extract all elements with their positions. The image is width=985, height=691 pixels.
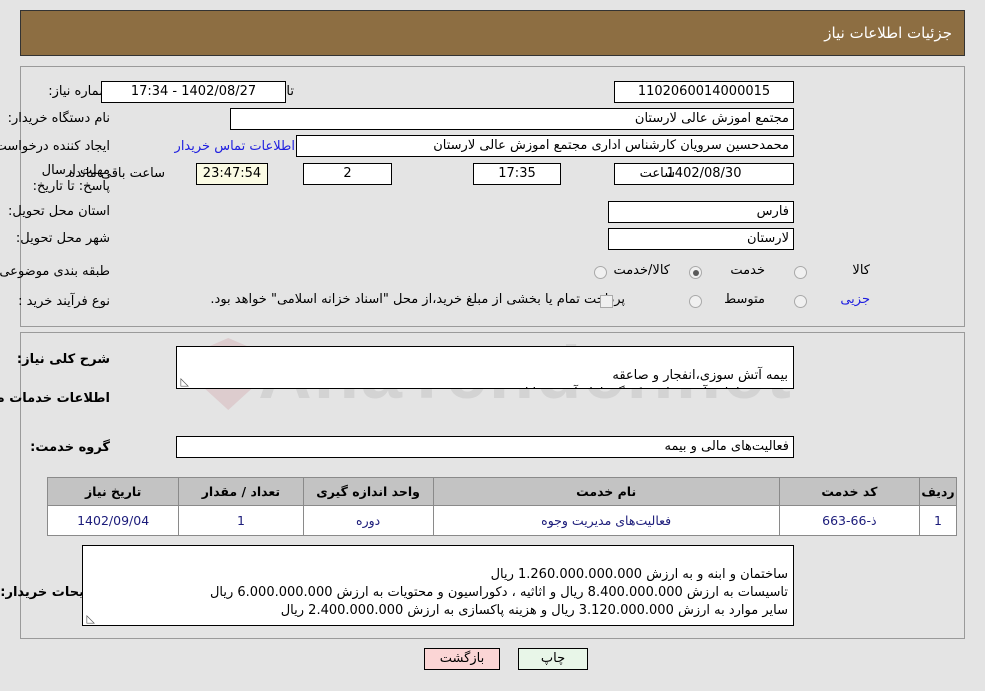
buyer-contact-link[interactable]: اطلاعات تماس خریدار [175,139,295,154]
province-value: فارس [608,201,794,223]
treasury-bond-note: پرداخت تمام یا بخشی از مبلغ خرید،از محل … [210,292,625,307]
radio-process-motevaset[interactable] [689,295,702,308]
services-section-title: اطلاعات خدمات مورد نیاز [0,391,110,406]
city-label: شهر محل تحویل: [15,231,110,246]
table-row: 1 ذ-66-663 فعالیت‌های مدیریت وجوه دوره 1… [46,505,957,536]
remaining-label: ساعت باقی مانده [68,166,165,181]
th-qty: تعداد / مقدار [178,477,304,506]
services-table: ردیف کد خدمت نام خدمت واحد اندازه گیری ت… [46,477,957,536]
remaining-days-value: 2 [303,163,392,185]
service-group-value: فعالیت‌های مالی و بیمه [176,436,794,458]
cell-unit: دوره [302,505,434,536]
radio-process-jozi[interactable] [794,295,807,308]
radio-category-khedmat[interactable] [689,266,702,279]
countdown-value: 23:47:54 [196,163,268,185]
page-header-bar: جزئیات اطلاعات نیاز [20,10,965,56]
buyer-org-label: نام دستگاه خریدار: [7,111,110,126]
radio-category-khedmat-label: خدمت [730,263,765,278]
radio-category-kala[interactable] [794,266,807,279]
th-name: نام خدمت [432,477,780,506]
hour-label: ساعت [639,166,675,181]
province-label: استان محل تحویل: [8,204,110,219]
service-group-label: گروه خدمت: [30,440,110,455]
cell-radif: 1 [919,505,957,536]
th-code: کد خدمت [778,477,921,506]
city-value: لارستان [608,228,794,250]
print-button[interactable]: چاپ [518,648,588,670]
need-desc-label: شرح کلی نیاز: [16,352,110,367]
th-date: تاریخ نیاز [46,477,180,506]
radio-category-kala-label: کالا [852,263,870,278]
need-desc-value[interactable]: بیمه آتش سوزی،انفجار و صاعقه پوشش:زلزله … [176,346,794,389]
treasury-bond-checkbox[interactable] [600,295,613,308]
deadline-time-value: 17:35 [473,163,561,185]
radio-category-kala-khedmat[interactable] [594,266,607,279]
buyer-notes-text: ساختمان و ابنه و به ارزش 1.260.000.000.0… [209,567,788,618]
category-label: طبقه بندی موضوعی: [0,264,110,279]
cell-date: 1402/09/04 [46,505,180,536]
table-header-row: ردیف کد خدمت نام خدمت واحد اندازه گیری ت… [46,477,957,506]
page-root: AnaTender.net جزئیات اطلاعات نیاز شماره … [0,0,985,691]
cell-name: فعالیت‌های مدیریت وجوه [432,505,780,536]
th-unit: واحد اندازه گیری [302,477,434,506]
resize-grip-icon[interactable]: ◺ [179,376,189,387]
radio-category-kala-khedmat-label: کالا/خدمت [613,263,670,278]
th-radif: ردیف [919,477,957,506]
process-label: نوع فرآیند خرید : [18,294,110,309]
radio-process-motevaset-label: متوسط [724,292,765,307]
top-info-panel [20,66,965,327]
cell-code: ذ-66-663 [778,505,921,536]
need-desc-text: بیمه آتش سوزی،انفجار و صاعقه پوشش:زلزله … [483,368,788,388]
back-button[interactable]: بازگشت [424,648,500,670]
resize-grip-icon[interactable]: ◺ [85,613,95,624]
page-title: جزئیات اطلاعات نیاز [824,24,952,42]
announce-value: 1402/08/27 - 17:34 [101,81,286,103]
requester-label: ایجاد کننده درخواست: [0,139,110,154]
cell-qty: 1 [178,505,304,536]
need-number-value: 1102060014000015 [614,81,794,103]
buyer-org-value: مجتمع اموزش عالی لارستان [230,108,794,130]
buyer-notes-value[interactable]: ساختمان و ابنه و به ارزش 1.260.000.000.0… [82,545,794,626]
requester-value: محمدحسین سرویان کارشناس اداری مجتمع اموز… [296,135,794,157]
radio-process-jozi-label: جزیی [840,292,870,307]
